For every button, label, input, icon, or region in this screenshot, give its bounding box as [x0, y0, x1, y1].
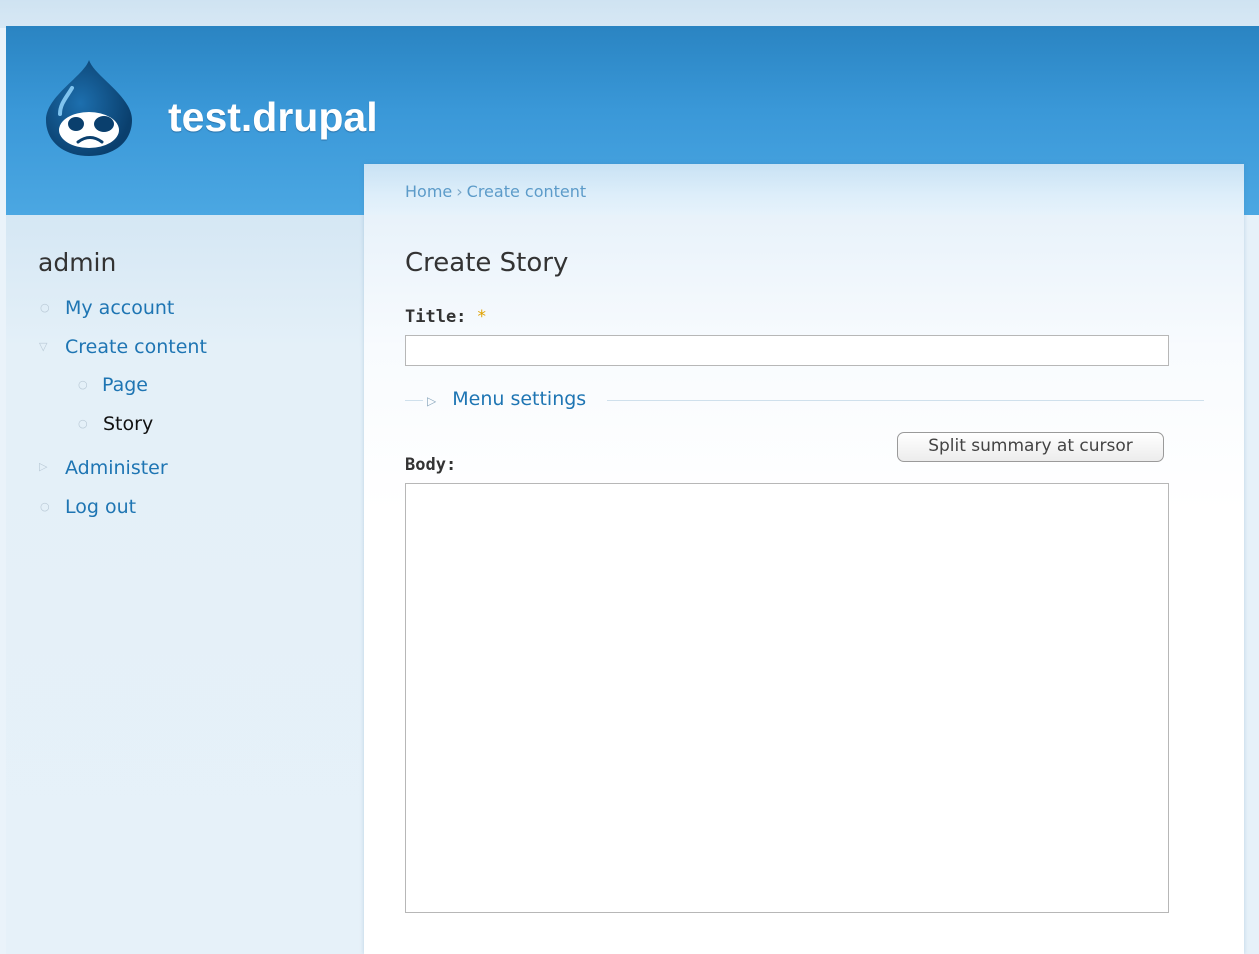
breadcrumb-home-link[interactable]: Home — [405, 182, 452, 201]
sidebar-item-log-out[interactable]: Log out — [65, 496, 136, 518]
sidebar-item-page[interactable]: Page — [102, 374, 148, 396]
split-summary-button[interactable]: Split summary at cursor — [897, 432, 1164, 462]
sidebar-item-create-content[interactable]: Create content — [65, 336, 207, 358]
main-content: Home › Create content Create Story Title: … — [364, 164, 1244, 954]
right-edge — [1244, 215, 1259, 954]
fieldset-divider-right — [607, 400, 1204, 401]
triangle-down-icon: ▽ — [39, 340, 48, 353]
triangle-right-icon: ▷ — [427, 394, 437, 408]
title-input[interactable] — [405, 335, 1169, 366]
title-field-label: Title: * — [405, 307, 487, 327]
breadcrumb-separator: › — [456, 182, 463, 201]
breadcrumb-create-content-link[interactable]: Create content — [467, 182, 587, 201]
circle-bullet-icon: ○ — [40, 301, 50, 314]
title-label-text: Title: — [405, 307, 467, 327]
sidebar: admin ○ My account ▽ Create content ○ Pa… — [6, 215, 364, 954]
site-name[interactable]: test.drupal — [168, 94, 378, 141]
top-strip — [0, 0, 1259, 28]
circle-bullet-icon: ○ — [78, 417, 88, 430]
sidebar-item-administer[interactable]: Administer — [65, 457, 168, 479]
triangle-right-icon: ▷ — [39, 460, 48, 473]
drupal-drop-icon[interactable] — [42, 58, 136, 158]
page-title: Create Story — [405, 248, 569, 278]
content-body: Create Story Title: * ▷ Menu settings Spl… — [364, 215, 1244, 954]
fieldset-divider-left — [405, 400, 423, 401]
body-field-label: Body: — [405, 455, 457, 475]
menu-settings-link[interactable]: Menu settings — [452, 388, 586, 410]
required-marker: * — [476, 307, 487, 327]
menu-settings-fieldset-toggle[interactable]: ▷ Menu settings — [427, 388, 586, 410]
circle-bullet-icon: ○ — [40, 500, 50, 513]
circle-bullet-icon: ○ — [78, 378, 88, 391]
sidebar-heading: admin — [38, 248, 117, 277]
body-textarea[interactable] — [405, 483, 1169, 913]
breadcrumb: Home › Create content — [405, 182, 586, 201]
sidebar-item-my-account[interactable]: My account — [65, 297, 174, 319]
breadcrumb-bar: Home › Create content — [364, 164, 1244, 215]
sidebar-item-story[interactable]: Story — [103, 413, 153, 435]
